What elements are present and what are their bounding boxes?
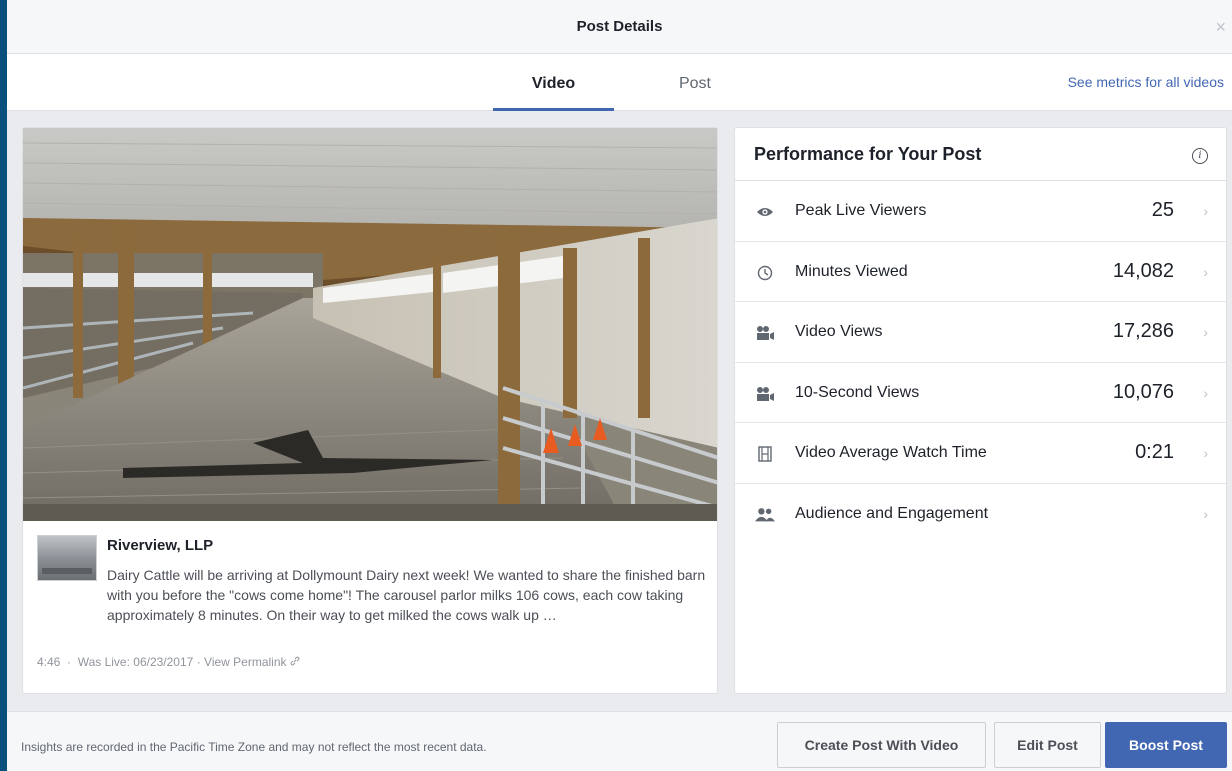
metric-label: Peak Live Viewers [795,202,927,219]
metric-label: Video Average Watch Time [795,444,987,462]
metric-video-average-watch-time[interactable]: Video Average Watch Time 0:21 › [735,423,1226,484]
meta-separator: · [196,655,201,669]
chevron-right-icon: › [1203,263,1208,280]
video-duration: 4:46 [37,655,61,669]
clock-icon [755,264,775,282]
video-camera-icon [755,385,775,403]
people-icon [755,506,775,524]
dialog-title: Post Details [576,18,663,35]
metric-10-second-views[interactable]: 10-Second Views 10,076 › [735,363,1226,424]
tab-bar: Video Post See metrics for all videos [7,54,1232,111]
close-icon[interactable]: × [1215,18,1226,36]
metric-value: 0:21 [1135,441,1174,464]
avatar[interactable] [37,535,97,581]
chevron-right-icon: › [1203,384,1208,401]
dialog-footer: Insights are recorded in the Pacific Tim… [7,711,1232,771]
video-post-card: Riverview, LLP Dairy Cattle will be arri… [22,127,718,694]
metric-label: Video Views [795,323,883,341]
meta-separator: · [67,655,72,669]
metric-label: Minutes Viewed [795,262,908,280]
eye-icon [755,203,775,221]
dialog-header: Post Details × [7,0,1232,54]
metric-label: 10-Second Views [795,383,920,401]
performance-header: Performance for Your Post i [735,128,1226,181]
metric-value: 14,082 [1112,259,1174,282]
chevron-right-icon: › [1203,445,1208,462]
chevron-right-icon: › [1203,324,1208,341]
chevron-right-icon: › [1203,505,1208,522]
metric-video-views[interactable]: Video Views 17,286 › [735,302,1226,363]
metric-audience-and-engagement[interactable]: Audience and Engagement › [735,484,1226,545]
metric-value: 25 [1151,199,1174,221]
post-text: Dairy Cattle will be arriving at Dollymo… [107,567,706,623]
tab-video[interactable]: Video [493,54,614,111]
video-camera-icon [755,324,775,342]
see-metrics-all-videos-link[interactable]: See metrics for all videos [1068,74,1224,90]
create-post-with-video-button[interactable]: Create Post With Video [777,722,986,768]
barn-video-still [23,128,717,521]
info-icon[interactable]: i [1192,148,1208,164]
view-permalink-link[interactable]: View Permalink [204,655,286,669]
performance-card: Performance for Your Post i Peak Live Vi… [734,127,1227,694]
edit-post-button[interactable]: Edit Post [994,722,1101,768]
timezone-note: Insights are recorded in the Pacific Tim… [21,740,487,754]
author-name[interactable]: Riverview, LLP [107,537,213,554]
tab-post[interactable]: Post [657,54,733,111]
film-icon [755,445,775,463]
avatar-detail [42,568,92,574]
metric-peak-live-viewers[interactable]: Peak Live Viewers 25 › [735,181,1226,242]
post-meta: 4:46 · Was Live: 06/23/2017 · View Perma… [37,655,300,669]
metric-minutes-viewed[interactable]: Minutes Viewed 14,082 › [735,242,1226,303]
metric-value: 10,076 [1112,380,1174,403]
performance-title: Performance for Your Post [754,144,982,164]
boost-post-button[interactable]: Boost Post [1105,722,1227,768]
metric-label: Audience and Engagement [795,504,989,522]
post-details-dialog: Post Details × Video Post See metrics fo… [7,0,1232,771]
metric-value: 17,286 [1112,320,1174,343]
link-icon [290,655,300,669]
chevron-right-icon: › [1203,203,1208,219]
was-live-date: Was Live: 06/23/2017 [77,655,194,669]
video-thumbnail[interactable] [23,128,717,521]
